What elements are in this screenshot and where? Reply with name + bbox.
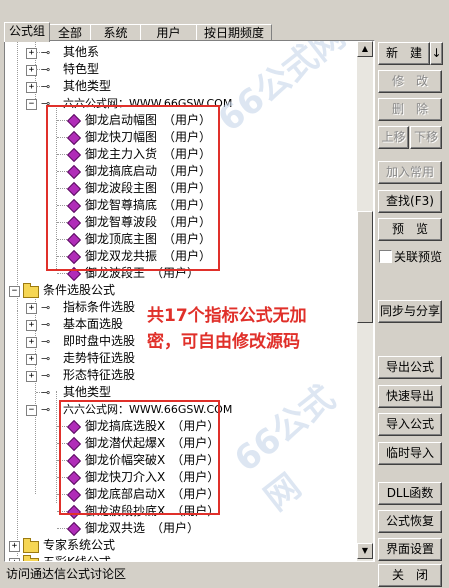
key-icon: ⊸ <box>41 335 51 348</box>
add-common-button[interactable]: 加入常用 <box>378 161 442 184</box>
expand-icon[interactable]: + <box>26 65 37 76</box>
tree-folder-expert[interactable]: + 专家系统公式 <box>5 537 357 554</box>
scroll-up-icon[interactable]: ▲ <box>357 41 373 57</box>
temp-import-button[interactable]: 临时导入 <box>378 442 442 465</box>
formula-tree-panel: + ⊸ 其他系 + ⊸ 特色型 + ⊸ 其他类型 − ⊸ 六六公式网：WWW.6… <box>4 40 375 562</box>
key-icon: ⊸ <box>41 63 51 76</box>
tree-folder-color-k[interactable]: + 五彩K线公式 <box>5 554 357 562</box>
tab-user[interactable]: 用户 <box>140 24 197 41</box>
scroll-down-icon[interactable]: ▼ <box>357 543 373 559</box>
new-button[interactable]: 新 建 <box>378 42 430 65</box>
tree-label: 其他类型 <box>63 385 112 399</box>
formula-item[interactable]: 御龙双共选 （用户） <box>5 520 357 537</box>
tree-label: 形态特征选股 <box>63 368 136 382</box>
tree-folder-condition[interactable]: − 条件选股公式 <box>5 282 357 299</box>
key-icon: ⊸ <box>41 369 51 382</box>
annotation-line1: 共17个指标公式无加 <box>147 306 307 326</box>
expand-icon[interactable]: + <box>9 541 20 552</box>
key-icon: ⊸ <box>41 80 51 93</box>
tab-date-frequency[interactable]: 按日期频度 <box>196 24 272 41</box>
tree-label: 专家系统公式 <box>43 538 116 552</box>
formula-restore-button[interactable]: 公式恢复 <box>378 510 442 533</box>
expand-icon[interactable]: + <box>9 558 20 561</box>
scroll-thumb[interactable] <box>357 211 373 323</box>
tree-label: 条件选股公式 <box>43 283 116 297</box>
formula-label: 御龙双共选 （用户） <box>85 521 200 535</box>
link-preview-checkbox[interactable] <box>379 250 392 263</box>
new-dropdown-button[interactable]: ↓ <box>430 42 443 65</box>
preview-button[interactable]: 预 览 <box>378 218 442 241</box>
highlight-box <box>59 400 220 515</box>
formula-icon <box>66 521 82 537</box>
collapse-icon[interactable]: − <box>26 405 37 416</box>
sync-share-button[interactable]: 同步与分享 <box>378 300 442 323</box>
expand-icon[interactable]: + <box>26 48 37 59</box>
expand-icon[interactable]: + <box>26 82 37 93</box>
find-button[interactable]: 查找(F3) <box>378 190 442 213</box>
folder-icon <box>23 283 39 298</box>
key-icon: ⊸ <box>41 46 51 59</box>
close-button[interactable]: 关 闭 <box>378 564 442 587</box>
link-preview-label: 关联预览 <box>394 250 443 264</box>
expand-icon[interactable]: + <box>26 337 37 348</box>
collapse-icon[interactable]: − <box>9 286 20 297</box>
forum-link[interactable]: 访问通达信公式讨论区 <box>6 565 126 582</box>
ui-settings-button[interactable]: 界面设置 <box>378 538 442 561</box>
key-icon: ⊸ <box>41 386 51 399</box>
expand-icon[interactable]: + <box>26 371 37 382</box>
quick-export-button[interactable]: 快速导出 <box>378 385 442 408</box>
expand-icon[interactable]: + <box>26 354 37 365</box>
import-formula-button[interactable]: 导入公式 <box>378 413 442 436</box>
tab-formula-group[interactable]: 公式组 <box>4 22 50 42</box>
highlight-box <box>46 105 220 271</box>
delete-button[interactable]: 删 除 <box>378 98 442 121</box>
tree-label: 即时盘中选股 <box>63 334 136 348</box>
key-icon: ⊸ <box>41 318 51 331</box>
key-icon: ⊸ <box>41 403 51 416</box>
expand-icon[interactable]: + <box>26 303 37 314</box>
expand-icon[interactable]: + <box>26 320 37 331</box>
tree-label: 基本面选股 <box>63 317 124 331</box>
tab-all[interactable]: 全部 <box>49 24 91 41</box>
tab-system[interactable]: 系统 <box>90 24 141 41</box>
move-down-button[interactable]: 下移 <box>410 126 442 149</box>
key-icon: ⊸ <box>41 301 51 314</box>
formula-tree[interactable]: + ⊸ 其他系 + ⊸ 特色型 + ⊸ 其他类型 − ⊸ 六六公式网：WWW.6… <box>5 41 357 561</box>
folder-icon <box>23 538 39 553</box>
tree-label: 五彩K线公式 <box>43 555 111 562</box>
modify-button[interactable]: 修 改 <box>378 70 442 93</box>
tree-label: 其他系 <box>63 45 100 59</box>
export-formula-button[interactable]: 导出公式 <box>378 356 442 379</box>
move-up-button[interactable]: 上移 <box>378 126 409 149</box>
tree-label: 走势特征选股 <box>63 351 136 365</box>
folder-icon <box>23 555 39 561</box>
collapse-icon[interactable]: − <box>26 99 37 110</box>
annotation-line2: 密，可自由修改源码 <box>147 332 300 352</box>
key-icon: ⊸ <box>41 352 51 365</box>
tree-label: 指标条件选股 <box>63 300 136 314</box>
tree-label: 特色型 <box>63 62 100 76</box>
tree-scrollbar[interactable]: ▲ ▼ <box>357 41 373 561</box>
tree-label: 其他类型 <box>63 79 112 93</box>
dll-function-button[interactable]: DLL函数 <box>378 482 442 505</box>
